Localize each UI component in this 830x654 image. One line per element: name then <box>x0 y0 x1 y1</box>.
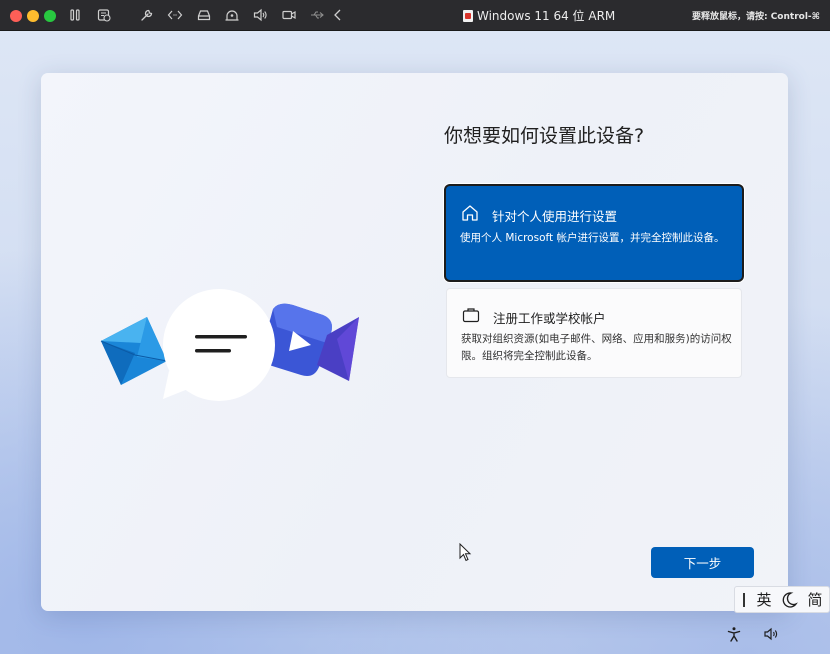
page-title: 你想要如何设置此设备? <box>444 125 645 147</box>
briefcase-icon <box>461 305 481 325</box>
drive-icon[interactable] <box>196 7 212 23</box>
home-icon <box>460 203 480 223</box>
camera-icon[interactable] <box>281 7 297 23</box>
next-button[interactable]: 下一步 <box>651 547 754 578</box>
minimize-window-button[interactable] <box>27 10 39 22</box>
mouse-release-hint: 要释放鼠标，请按: Control-⌘ <box>691 12 820 22</box>
usb-icon[interactable] <box>309 7 325 23</box>
settings-wrench-icon[interactable] <box>139 7 155 23</box>
ime-grip-handle[interactable] <box>743 592 745 607</box>
option-description: 获取对组织资源(如电子邮件、网络、应用和服务)的访问权限。组织将完全控制此设备。 <box>461 333 732 362</box>
chat-bubble-icon <box>163 289 275 401</box>
ime-language-toggle[interactable]: 英 <box>754 589 774 610</box>
back-chevron-icon[interactable] <box>330 7 346 23</box>
option-title: 注册工作或学校帐户 <box>493 311 606 326</box>
vm-document-icon <box>463 9 473 22</box>
ime-toolbar[interactable]: 英 简 <box>734 586 830 613</box>
video-camera-icon <box>261 303 359 381</box>
code-brackets-icon[interactable] <box>167 7 183 23</box>
oobe-window: 你想要如何设置此设备? 针对个人使用进行设置 使用个人 Microsoft 帐户… <box>41 73 788 611</box>
pause-icon[interactable] <box>67 7 83 23</box>
accessibility-icon[interactable] <box>726 626 742 642</box>
network-icon[interactable] <box>224 7 240 23</box>
vm-title: Windows 11 64 位 ARM <box>463 7 615 24</box>
zoom-window-button[interactable] <box>44 10 56 22</box>
volume-icon[interactable] <box>763 626 779 642</box>
close-window-button[interactable] <box>10 10 22 22</box>
option-work-school[interactable]: 注册工作或学校帐户 获取对组织资源(如电子邮件、网络、应用和服务)的访问权限。组… <box>446 288 742 378</box>
mail-icon <box>100 317 168 385</box>
sound-icon[interactable] <box>252 7 268 23</box>
half-width-moon-icon[interactable] <box>779 590 801 610</box>
option-personal-use[interactable]: 针对个人使用进行设置 使用个人 Microsoft 帐户进行设置，并完全控制此设… <box>446 186 742 280</box>
setup-illustration <box>97 287 361 417</box>
vm-title-text: Windows 11 64 位 ARM <box>477 9 616 23</box>
vm-titlebar: Windows 11 64 位 ARM 要释放鼠标，请按: Control-⌘ <box>0 0 830 31</box>
mouse-cursor-icon <box>459 542 473 563</box>
option-title: 针对个人使用进行设置 <box>492 209 618 224</box>
ime-script-toggle[interactable]: 简 <box>805 589 825 610</box>
option-description: 使用个人 Microsoft 帐户进行设置，并完全控制此设备。 <box>460 232 725 244</box>
snapshot-icon[interactable] <box>96 7 112 23</box>
